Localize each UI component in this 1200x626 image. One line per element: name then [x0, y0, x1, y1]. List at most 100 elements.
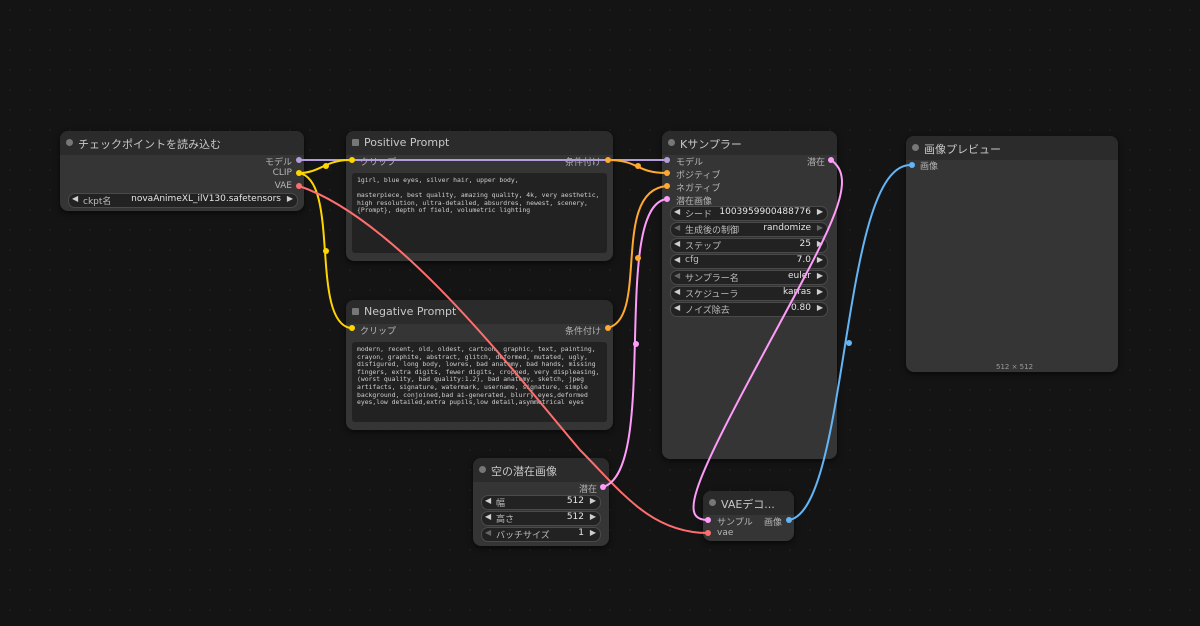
- arrow-right-icon[interactable]: ▶: [817, 255, 823, 264]
- arrow-right-icon[interactable]: ▶: [817, 287, 823, 296]
- node-title-bar[interactable]: 画像プレビュー: [906, 136, 1118, 160]
- reroute-image[interactable]: [846, 340, 852, 346]
- widget-value: karras: [782, 287, 811, 297]
- steps-widget[interactable]: ◀ ステップ 25 ▶: [670, 238, 828, 253]
- empty-latent-node[interactable]: 空の潜在画像 潜在 ◀ 幅 512 ▶ ◀ 高さ 512 ▶ ◀ バッチサイズ …: [473, 458, 609, 546]
- output-slot-vae[interactable]: [296, 183, 302, 189]
- cfg-widget[interactable]: ◀ cfg 7.0 ▶: [670, 254, 828, 269]
- output-label-image: 画像: [763, 518, 782, 528]
- widget-value: 25: [799, 239, 811, 249]
- collapse-dot-icon[interactable]: [668, 139, 675, 146]
- output-label-conditioning: 条件付け: [564, 327, 601, 337]
- vae-decode-node[interactable]: VAEデコ... サンプル vae 画像: [703, 491, 794, 541]
- arrow-left-icon[interactable]: ◀: [674, 287, 680, 296]
- input-slot-vae[interactable]: [705, 530, 711, 536]
- arrow-right-icon[interactable]: ▶: [817, 207, 823, 216]
- arrow-right-icon[interactable]: ▶: [817, 239, 823, 248]
- node-title-bar[interactable]: チェックポイントを読み込む: [60, 131, 304, 155]
- reroute-cond-1[interactable]: [635, 163, 641, 169]
- output-slot-conditioning[interactable]: [605, 325, 611, 331]
- positive-prompt-node[interactable]: Positive Prompt クリップ 条件付け 1girl, blue ey…: [346, 131, 613, 261]
- input-label-vae: vae: [717, 528, 734, 538]
- collapse-dot-icon[interactable]: [352, 308, 359, 315]
- arrow-left-icon[interactable]: ◀: [674, 271, 680, 280]
- arrow-left-icon[interactable]: ◀: [485, 512, 491, 521]
- negative-prompt-node[interactable]: Negative Prompt クリップ 条件付け modern, recent…: [346, 300, 613, 430]
- height-widget[interactable]: ◀ 高さ 512 ▶: [481, 511, 601, 526]
- arrow-left-icon[interactable]: ◀: [674, 255, 680, 264]
- node-title-bar[interactable]: Kサンプラー: [662, 131, 837, 155]
- preview-image-node[interactable]: 画像プレビュー 画像 512 × 512: [906, 136, 1118, 372]
- node-title: チェックポイントを読み込む: [78, 138, 221, 151]
- collapse-dot-icon[interactable]: [66, 139, 73, 146]
- node-title-bar[interactable]: 空の潜在画像: [473, 458, 609, 482]
- input-label-positive: ポジティブ: [676, 171, 721, 181]
- output-label-latent: 潜在: [806, 158, 825, 168]
- collapse-dot-icon[interactable]: [479, 466, 486, 473]
- input-label-clip: クリップ: [360, 327, 397, 337]
- reroute-cond-2[interactable]: [635, 255, 641, 261]
- node-title-bar[interactable]: Negative Prompt: [346, 300, 613, 324]
- ksampler-node[interactable]: Kサンプラー モデル ポジティブ ネガティブ 潜在画像 潜在 ◀ シード 100…: [662, 131, 837, 459]
- output-slot-conditioning[interactable]: [605, 157, 611, 163]
- reroute-latent[interactable]: [633, 341, 639, 347]
- node-title-bar[interactable]: VAEデコ...: [703, 491, 794, 515]
- arrow-left-icon[interactable]: ◀: [485, 496, 491, 505]
- output-label-model: モデル: [264, 158, 292, 168]
- seed-widget[interactable]: ◀ シード 1003959900488776 ▶: [670, 206, 828, 221]
- arrow-right-icon[interactable]: ▶: [590, 496, 596, 505]
- arrow-left-icon[interactable]: ◀: [674, 207, 680, 216]
- collapse-dot-icon[interactable]: [912, 144, 919, 151]
- widget-value: euler: [788, 271, 811, 281]
- output-slot-latent[interactable]: [828, 157, 834, 163]
- arrow-right-icon[interactable]: ▶: [817, 303, 823, 312]
- arrow-left-icon[interactable]: ◀: [485, 528, 491, 537]
- input-slot-latent[interactable]: [664, 196, 670, 202]
- input-slot-negative[interactable]: [664, 183, 670, 189]
- node-title: Positive Prompt: [364, 136, 450, 149]
- widget-value: 1: [578, 528, 584, 538]
- output-slot-image[interactable]: [786, 517, 792, 523]
- arrow-right-icon[interactable]: ▶: [287, 194, 293, 203]
- arrow-left-icon[interactable]: ◀: [674, 223, 680, 232]
- input-slot-clip[interactable]: [349, 157, 355, 163]
- output-slot-model[interactable]: [296, 157, 302, 163]
- collapse-dot-icon[interactable]: [709, 499, 716, 506]
- input-slot-model[interactable]: [664, 157, 670, 163]
- batch-size-widget[interactable]: ◀ バッチサイズ 1 ▶: [481, 527, 601, 542]
- arrow-right-icon[interactable]: ▶: [590, 512, 596, 521]
- arrow-right-icon[interactable]: ▶: [817, 223, 823, 232]
- arrow-left-icon[interactable]: ◀: [674, 303, 680, 312]
- denoise-widget[interactable]: ◀ ノイズ除去 0.80 ▶: [670, 302, 828, 317]
- width-widget[interactable]: ◀ 幅 512 ▶: [481, 495, 601, 510]
- input-label-negative: ネガティブ: [676, 184, 721, 194]
- output-label-clip: CLIP: [272, 168, 292, 178]
- checkpoint-loader-node[interactable]: チェックポイントを読み込む モデル CLIP VAE ◀ ckpt名 novaA…: [60, 131, 304, 211]
- input-slot-samples[interactable]: [705, 517, 711, 523]
- sampler-name-widget[interactable]: ◀ サンプラー名 euler ▶: [670, 270, 828, 285]
- widget-value: randomize: [763, 223, 811, 233]
- control-after-generate-widget[interactable]: ◀ 生成後の制御 randomize ▶: [670, 222, 828, 237]
- prompt-textarea[interactable]: 1girl, blue eyes, silver hair, upper bod…: [352, 173, 607, 253]
- reroute-clip-2[interactable]: [323, 248, 329, 254]
- output-slot-clip[interactable]: [296, 170, 302, 176]
- reroute-clip-1[interactable]: [323, 163, 329, 169]
- widget-label: シード: [685, 210, 713, 220]
- prompt-textarea[interactable]: modern, recent, old, oldest, cartoon, gr…: [352, 342, 607, 422]
- widget-label: ノイズ除去: [685, 306, 730, 316]
- output-label-conditioning: 条件付け: [564, 158, 601, 168]
- widget-value: 512: [566, 512, 584, 522]
- input-slot-positive[interactable]: [664, 170, 670, 176]
- arrow-right-icon[interactable]: ▶: [590, 528, 596, 537]
- collapse-dot-icon[interactable]: [352, 139, 359, 146]
- arrow-right-icon[interactable]: ▶: [817, 271, 823, 280]
- scheduler-widget[interactable]: ◀ スケジューラ karras ▶: [670, 286, 828, 301]
- ckpt-name-combo[interactable]: ◀ ckpt名 novaAnimeXL_ilV130.safetensors ▶: [68, 193, 298, 208]
- node-title-bar[interactable]: Positive Prompt: [346, 131, 613, 155]
- arrow-left-icon[interactable]: ◀: [72, 194, 78, 203]
- input-slot-image[interactable]: [909, 162, 915, 168]
- widget-value: 1003959900488776: [719, 207, 811, 217]
- output-slot-latent[interactable]: [600, 484, 606, 490]
- arrow-left-icon[interactable]: ◀: [674, 239, 680, 248]
- input-slot-clip[interactable]: [349, 325, 355, 331]
